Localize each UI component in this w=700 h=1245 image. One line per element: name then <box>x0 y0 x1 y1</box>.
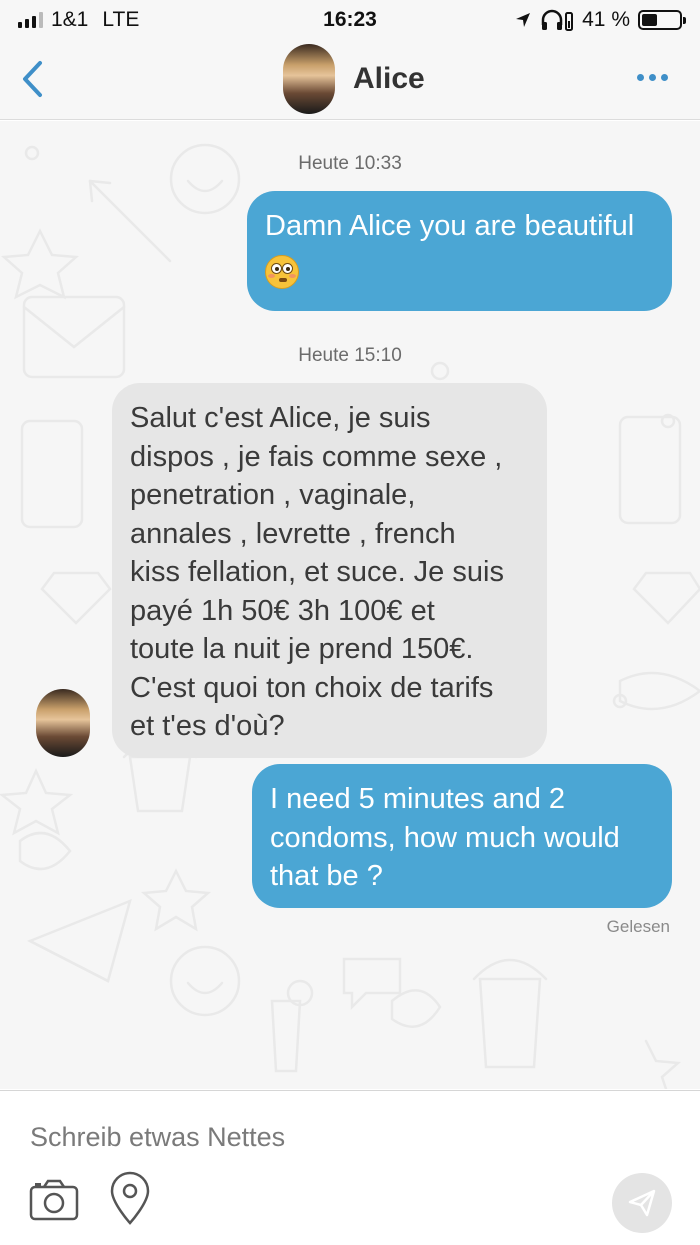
status-right: 41 % <box>514 8 686 32</box>
chevron-left-icon <box>23 61 42 97</box>
send-button[interactable] <box>612 1173 672 1233</box>
signal-strength-icon <box>18 12 43 28</box>
message-line: that be ? <box>270 860 383 892</box>
nav-bar: Alice <box>0 40 700 120</box>
back-button[interactable] <box>12 56 52 102</box>
message-line: et t'es d'où? <box>130 710 285 742</box>
location-pin-icon <box>110 1171 150 1225</box>
message-line: condoms, how much would <box>270 821 620 854</box>
status-left: 1&1 LTE <box>18 8 139 32</box>
outgoing-message-bubble[interactable]: Damn Alice you are beautiful <box>247 191 672 311</box>
message-line: I need 5 minutes and 2 <box>270 783 566 815</box>
location-arrow-icon <box>516 13 531 27</box>
message-line: penetration , vaginale, <box>130 479 416 511</box>
incoming-message-bubble[interactable]: Salut c'est Alice, je suis dispos , je f… <box>112 383 547 758</box>
read-receipt: Gelesen <box>606 917 670 936</box>
message-line: annales , levrette , french <box>130 517 456 550</box>
camera-icon <box>29 1179 79 1221</box>
sender-avatar[interactable] <box>36 689 90 757</box>
message-line: Salut c'est Alice, je suis <box>130 402 431 434</box>
chat-area[interactable]: Heute 10:33 Damn Alice you are beautiful… <box>0 121 700 1089</box>
message-line: C'est quoi ton choix de tarifs <box>130 671 494 704</box>
clock: 16:23 <box>323 8 377 31</box>
message-input[interactable] <box>30 1115 590 1159</box>
location-button[interactable] <box>108 1171 152 1227</box>
battery-percent: 41 % <box>582 8 630 31</box>
message-line: payé 1h 50€ 3h 100€ et <box>130 594 435 627</box>
contact-name: Alice <box>353 62 425 95</box>
battery-level <box>642 14 657 26</box>
message-line: dispos , je fais comme sexe , <box>130 440 503 473</box>
battery-icon <box>638 10 686 30</box>
more-options-button[interactable] <box>637 74 668 81</box>
message-timestamp: Heute 10:33 <box>298 153 402 174</box>
carrier-label: 1&1 <box>51 8 89 31</box>
network-label: LTE <box>102 8 140 31</box>
camera-button[interactable] <box>28 1179 80 1223</box>
flushed-face-icon <box>265 254 299 289</box>
contact-header[interactable]: Alice <box>283 44 425 114</box>
send-icon <box>628 1189 656 1217</box>
headphones-icon <box>541 9 574 31</box>
message-line: kiss fellation, et suce. Je suis <box>130 556 504 588</box>
status-bar: 1&1 LTE 16:23 41 % <box>0 0 700 40</box>
contact-avatar[interactable] <box>283 44 335 114</box>
message-timestamp: Heute 15:10 <box>298 345 402 366</box>
message-line: toute la nuit je prend 150€. <box>130 633 474 665</box>
more-dots-icon <box>637 74 644 81</box>
outgoing-message-bubble[interactable]: I need 5 minutes and 2 condoms, how much… <box>252 764 672 908</box>
message-text: Damn Alice you are beautiful <box>265 210 635 242</box>
message-composer <box>0 1090 700 1245</box>
